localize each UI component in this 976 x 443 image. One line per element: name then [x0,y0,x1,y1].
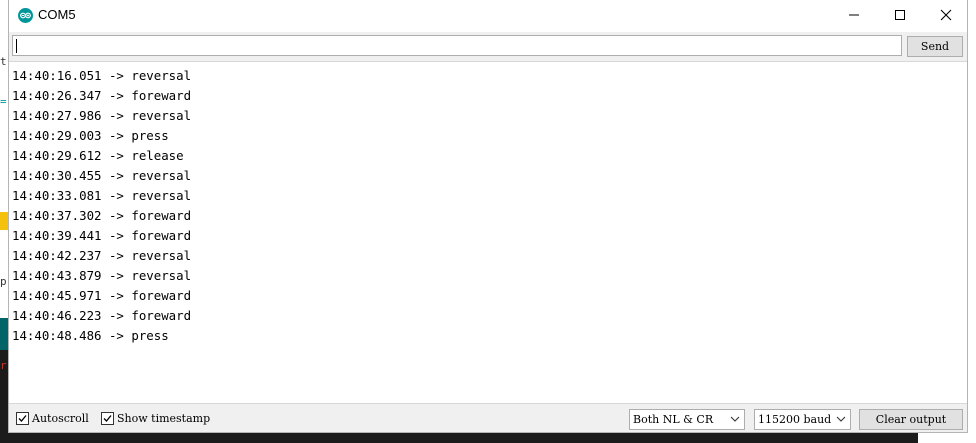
checkmark-icon [18,415,27,422]
serial-monitor-window: COM5 Send 14:40:16.051 -> reversal 14:40… [8,0,968,433]
maximize-icon [895,10,905,20]
output-line: 14:40:46.223 -> foreward [12,308,192,323]
output-line: 14:40:27.986 -> reversal [12,108,192,123]
output-line: 14:40:42.237 -> reversal [12,248,192,263]
show-timestamp-checkbox[interactable]: Show timestamp [101,412,210,425]
send-button[interactable]: Send [907,36,963,57]
close-button[interactable] [923,0,969,30]
output-line: 14:40:39.441 -> foreward [12,228,192,243]
output-line: 14:40:29.612 -> release [12,148,184,163]
title-bar[interactable]: COM5 [9,0,967,31]
background-ide-right [968,0,976,443]
minimize-button[interactable] [831,0,877,30]
output-line: 14:40:43.879 -> reversal [12,268,192,283]
clear-output-button[interactable]: Clear output [859,409,963,430]
background-fragment: r [0,360,7,370]
baud-rate-select[interactable]: 115200 baud [754,409,851,430]
serial-output[interactable]: 14:40:16.051 -> reversal 14:40:26.347 ->… [9,62,967,403]
show-timestamp-label: Show timestamp [117,412,211,425]
background-fragment [0,212,8,230]
maximize-button[interactable] [877,0,923,30]
output-line: 14:40:33.081 -> reversal [12,188,192,203]
output-line: 14:40:45.971 -> foreward [12,288,192,303]
line-ending-value: Both NL & CR [633,413,714,426]
background-fragment: = [0,96,7,108]
output-line: 14:40:48.486 -> press [12,328,169,343]
send-bar: Send [9,32,967,62]
bottom-bar: Autoscroll Show timestamp Both NL & CR 1… [9,403,967,432]
line-ending-select[interactable]: Both NL & CR [629,409,745,430]
chevron-down-icon [836,416,846,422]
output-line: 14:40:30.455 -> reversal [12,168,192,183]
show-timestamp-checkbox-box[interactable] [101,412,114,425]
text-caret [16,39,17,53]
close-icon [940,9,952,21]
minimize-icon [849,14,859,16]
baud-rate-value: 115200 baud [758,413,832,426]
background-fragment: p [0,276,7,288]
output-line: 14:40:26.347 -> foreward [12,88,192,103]
output-line: 14:40:29.003 -> press [12,128,169,143]
background-fragment: t [0,56,7,68]
send-input[interactable] [12,35,902,56]
background-ide-corner [918,433,976,443]
autoscroll-checkbox[interactable]: Autoscroll [16,412,89,425]
background-ide-console [0,433,918,443]
autoscroll-checkbox-box[interactable] [16,412,29,425]
output-lines: 14:40:16.051 -> reversal 14:40:26.347 ->… [12,67,191,347]
arduino-icon [18,8,33,23]
chevron-down-icon [730,416,740,422]
output-line: 14:40:16.051 -> reversal [12,68,192,83]
background-fragment [0,318,8,350]
checkmark-icon [103,415,112,422]
window-title: COM5 [38,7,76,22]
output-line: 14:40:37.302 -> foreward [12,208,192,223]
autoscroll-label: Autoscroll [32,412,89,425]
